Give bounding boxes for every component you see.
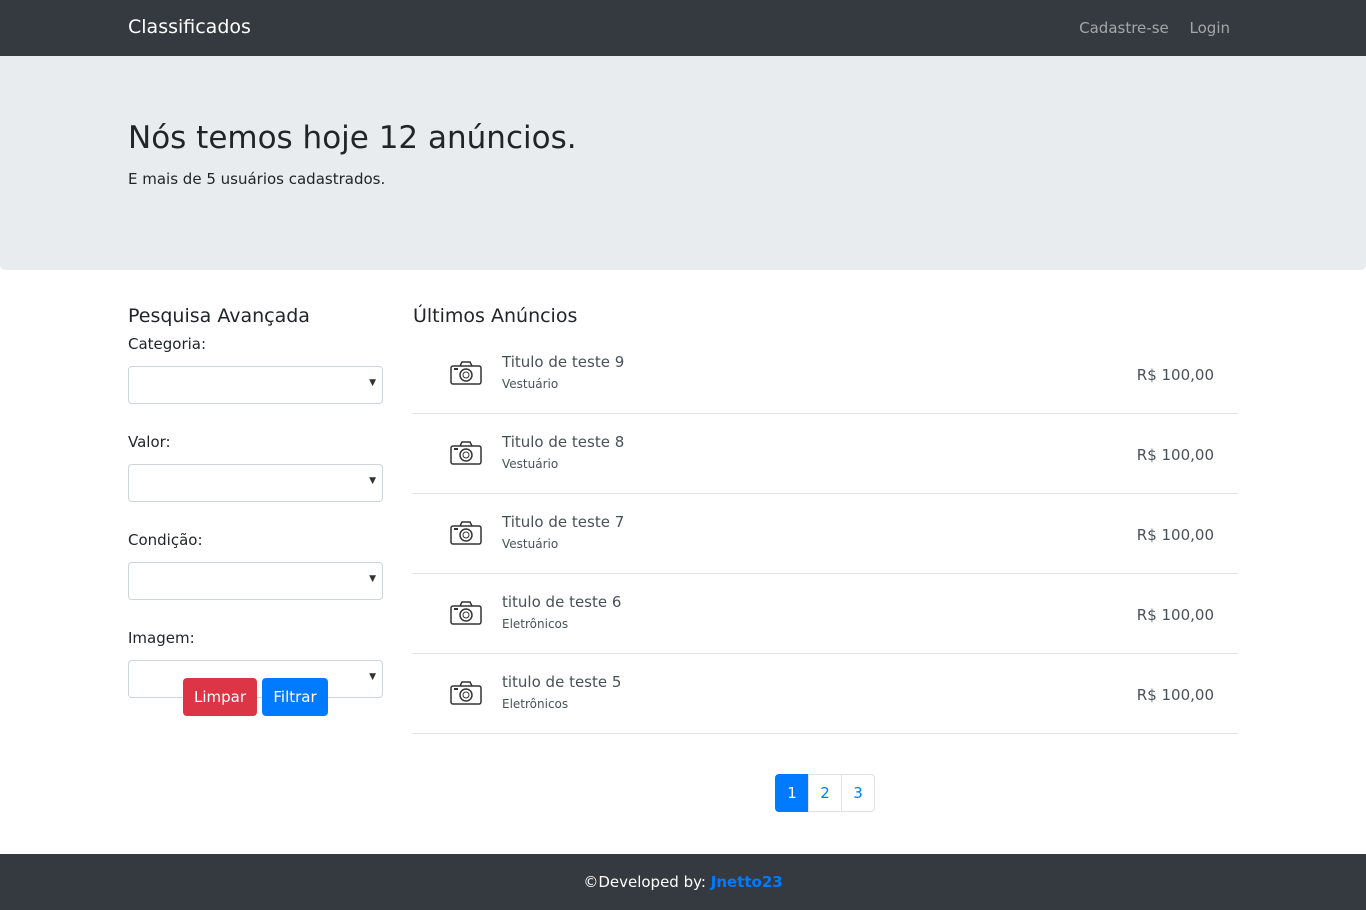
login-link[interactable]: Login (1190, 19, 1230, 37)
latest-ads-section: Últimos Anúncios Titulo de teste 9 Vestu… (413, 302, 1238, 734)
ad-title[interactable]: Titulo de teste 7 (502, 513, 624, 531)
ad-price: R$ 100,00 (1136, 526, 1214, 544)
page-3-link[interactable]: 3 (841, 774, 875, 812)
filter-button[interactable]: Filtrar (262, 678, 328, 716)
camera-icon (450, 601, 482, 625)
ad-title[interactable]: Titulo de teste 8 (502, 433, 624, 451)
category-select[interactable]: ▼ (128, 366, 383, 404)
ad-price: R$ 100,00 (1136, 446, 1214, 464)
camera-icon (450, 521, 482, 545)
author-link[interactable]: Jnetto23 (711, 873, 783, 891)
ad-price: R$ 100,00 (1136, 606, 1214, 624)
dropdown-arrow-icon: ▼ (369, 672, 376, 682)
ad-title[interactable]: titulo de teste 5 (502, 673, 621, 691)
ad-title[interactable]: Titulo de teste 9 (502, 353, 624, 371)
brand-link[interactable]: Classificados (128, 16, 251, 38)
advanced-search-title: Pesquisa Avançada (128, 305, 310, 327)
ad-title[interactable]: titulo de teste 6 (502, 593, 621, 611)
ad-list: Titulo de teste 9 Vestuário R$ 100,00 Ti… (413, 334, 1238, 734)
condition-select[interactable]: ▼ (128, 562, 383, 600)
camera-icon (450, 441, 482, 465)
camera-icon (450, 681, 482, 705)
image-label: Imagem: (128, 629, 195, 647)
ad-row[interactable]: Titulo de teste 8 Vestuário R$ 100,00 (413, 414, 1238, 494)
ad-category: Vestuário (502, 377, 559, 391)
ad-price: R$ 100,00 (1136, 366, 1214, 384)
signup-link[interactable]: Cadastre-se (1079, 19, 1169, 37)
navbar: Classificados Cadastre-se Login (0, 0, 1366, 56)
dropdown-arrow-icon: ▼ (369, 476, 376, 486)
pagination: 1 2 3 (775, 774, 875, 812)
ad-row[interactable]: Titulo de teste 7 Vestuário R$ 100,00 (413, 494, 1238, 574)
hero-title: Nós temos hoje 12 anúncios. (128, 120, 577, 156)
page-1-link[interactable]: 1 (775, 774, 809, 812)
hero-banner: Nós temos hoje 12 anúncios. E mais de 5 … (0, 56, 1366, 270)
ad-category: Vestuário (502, 537, 559, 551)
dropdown-arrow-icon: ▼ (369, 378, 376, 388)
latest-ads-title: Últimos Anúncios (413, 305, 578, 327)
ad-row[interactable]: Titulo de teste 9 Vestuário R$ 100,00 (413, 334, 1238, 414)
nav-links: Cadastre-se Login (1063, 19, 1230, 37)
ad-row[interactable]: titulo de teste 5 Eletrônicos R$ 100,00 (413, 654, 1238, 734)
ad-price: R$ 100,00 (1136, 686, 1214, 704)
ad-category: Eletrônicos (502, 617, 569, 631)
clear-button[interactable]: Limpar (183, 678, 257, 716)
dropdown-arrow-icon: ▼ (369, 574, 376, 584)
ad-category: Eletrônicos (502, 697, 569, 711)
hero-subtitle: E mais de 5 usuários cadastrados. (128, 170, 386, 188)
ad-row[interactable]: titulo de teste 6 Eletrônicos R$ 100,00 (413, 574, 1238, 654)
advanced-search-panel: Pesquisa Avançada Categoria: ▼ Valor: ▼ … (128, 302, 383, 726)
value-label: Valor: (128, 433, 171, 451)
category-label: Categoria: (128, 335, 207, 353)
camera-icon (450, 361, 482, 385)
value-select[interactable]: ▼ (128, 464, 383, 502)
footer: ©Developed by: Jnetto23 (0, 854, 1366, 910)
ad-category: Vestuário (502, 457, 559, 471)
page-2-link[interactable]: 2 (808, 774, 842, 812)
footer-credit: ©Developed by: (583, 873, 706, 891)
condition-label: Condição: (128, 531, 203, 549)
search-buttons: Limpar Filtrar (183, 678, 343, 716)
